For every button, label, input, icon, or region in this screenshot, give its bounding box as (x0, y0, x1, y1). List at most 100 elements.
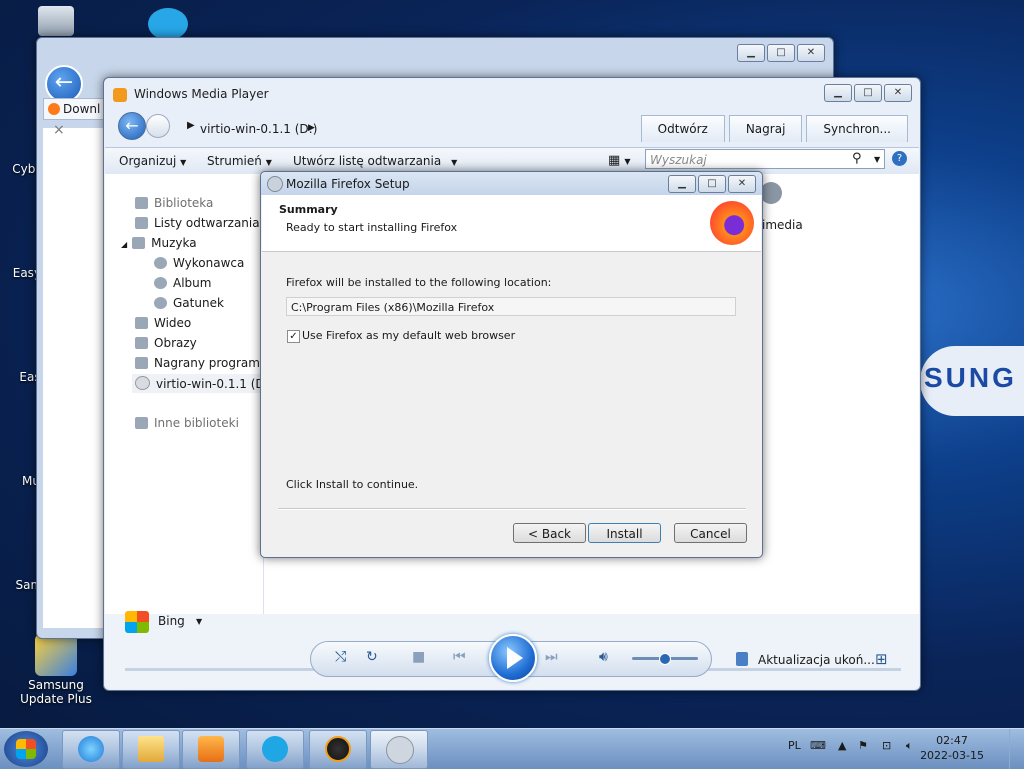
minimize-button[interactable]: ▁ (824, 84, 852, 102)
nav-item-artist[interactable]: Wykonawca (154, 256, 244, 270)
nav-label: Nagrany program te (154, 356, 276, 370)
maximize-button[interactable]: □ (767, 44, 795, 62)
back-button[interactable]: ← (118, 112, 146, 140)
taskbar-skype[interactable] (246, 730, 304, 769)
switch-to-now-playing-icon[interactable]: ⊞ (875, 650, 888, 668)
chevron-right-icon: ▶ (187, 120, 195, 131)
organize-menu[interactable]: Organizuj ▼ (119, 154, 186, 168)
stop-icon[interactable]: ■ (412, 649, 425, 665)
chevron-right-icon: ▶ (308, 123, 315, 133)
maximize-button[interactable]: □ (698, 175, 726, 193)
tab-burn[interactable]: Nagraj (728, 115, 803, 142)
bing-label[interactable]: Bing (158, 614, 185, 628)
next-icon[interactable]: ⏭ (545, 649, 558, 665)
help-icon[interactable]: ? (892, 151, 907, 166)
nav-item-playlists[interactable]: Listy odtwarzania (135, 216, 260, 230)
volume-muted-icon[interactable]: 🔈︎ (906, 739, 913, 753)
network-icon[interactable]: ⊡ (882, 739, 891, 752)
view-options-icon[interactable]: ▦ ▼ (608, 153, 631, 168)
stream-menu[interactable]: Strumień ▼ (207, 154, 272, 168)
samsung-brand-logo: SUNG (920, 346, 1024, 416)
show-desktop-button[interactable] (1009, 729, 1024, 769)
firefox-setup-dialog[interactable]: Mozilla Firefox Setup ▁ □ ✕ Summary Read… (260, 171, 763, 558)
nav-label: Album (173, 276, 212, 290)
close-button[interactable]: ✕ (884, 84, 912, 102)
clock[interactable]: 02:47 2022-03-15 (920, 733, 984, 763)
nav-item-library[interactable]: Biblioteka (135, 196, 213, 210)
expand-icon[interactable]: ◢ (121, 240, 127, 249)
location-label: Firefox will be installed to the followi… (286, 276, 552, 289)
skype-icon (262, 736, 288, 762)
nav-item-recorded-tv[interactable]: Nagrany program te (135, 356, 276, 370)
taskbar-setup[interactable] (370, 730, 428, 769)
nav-label: Obrazy (154, 336, 197, 350)
back-button[interactable]: < Back (513, 523, 586, 543)
genre-icon (154, 297, 167, 309)
skype-desktop-icon[interactable] (148, 8, 188, 40)
nav-item-genre[interactable]: Gatunek (154, 296, 224, 310)
search-icon[interactable]: ⚲ (852, 151, 862, 166)
taskbar-internet-explorer[interactable] (62, 730, 120, 769)
search-input[interactable]: Wyszukaj (645, 149, 885, 169)
language-indicator[interactable]: PL (788, 739, 801, 752)
browser-tab-label: Downl (63, 102, 101, 116)
playlist-icon (135, 217, 148, 229)
taskbar: PL ⌨ ▲ ⚑ ⊡ 🔈︎ 02:47 2022-03-15 (0, 728, 1024, 769)
nav-item-video[interactable]: Wideo (135, 316, 191, 330)
create-playlist-label: Utwórz listę odtwarzania (293, 154, 442, 168)
network-globe-icon (325, 736, 351, 762)
create-playlist-menu[interactable]: Utwórz listę odtwarzania ▼ (293, 154, 457, 168)
library-icon (135, 197, 148, 209)
play-button[interactable] (489, 634, 537, 682)
forward-button[interactable] (146, 114, 170, 138)
back-arrow-icon: ← (54, 70, 74, 95)
default-browser-label[interactable]: Use Firefox as my default web browser (302, 329, 515, 342)
organize-label: Organizuj (119, 154, 177, 168)
nav-item-pictures[interactable]: Obrazy (135, 336, 197, 350)
install-button[interactable]: Install (588, 523, 661, 543)
nav-item-disc[interactable]: virtio-win-0.1.1 (D:) (132, 374, 277, 393)
nav-item-other-libraries[interactable]: Inne biblioteki (135, 416, 239, 430)
minimize-button[interactable]: ▁ (668, 175, 696, 193)
keyboard-icon[interactable]: ⌨ (810, 739, 826, 752)
taskbar-media-player[interactable] (182, 730, 240, 769)
volume-knob[interactable] (659, 653, 671, 665)
chevron-down-icon[interactable]: ▼ (196, 617, 202, 626)
multimedia-item-label: imedia (762, 218, 803, 232)
dialog-title: Mozilla Firefox Setup (286, 177, 410, 191)
recycle-bin-icon[interactable] (38, 6, 74, 36)
breadcrumb[interactable]: virtio-win-0.1.1 (D:) (200, 122, 317, 136)
show-hidden-icons-icon[interactable]: ▲ (838, 739, 846, 752)
shuffle-icon[interactable]: ⤭ (335, 649, 346, 665)
artist-icon (154, 257, 167, 269)
close-button[interactable]: ✕ (728, 175, 756, 193)
install-location-field[interactable]: C:\Program Files (x86)\Mozilla Firefox (286, 297, 736, 316)
repeat-icon[interactable]: ↻ (366, 649, 378, 665)
tab-sync[interactable]: Synchron... (806, 115, 908, 142)
volume-slider[interactable] (632, 653, 698, 665)
tab-play[interactable]: Odtwórz (640, 115, 725, 142)
nav-item-music[interactable]: ◢ Muzyka (121, 236, 197, 250)
close-icon[interactable]: × (53, 122, 65, 138)
previous-icon[interactable]: ⏮ (453, 649, 466, 665)
samsung-update-icon (35, 634, 77, 676)
taskbar-file-explorer[interactable] (122, 730, 180, 769)
start-button[interactable] (4, 731, 48, 767)
volume-icon[interactable]: 🔊︎ (599, 649, 608, 665)
action-center-icon[interactable]: ⚑ (858, 739, 868, 752)
dialog-titlebar: Mozilla Firefox Setup ▁ □ ✕ (261, 172, 762, 195)
desktop-icon-samsung-update-plus[interactable]: Samsung Update Plus (6, 634, 106, 706)
default-browser-checkbox[interactable]: ✓ (287, 330, 300, 343)
close-button[interactable]: ✕ (797, 44, 825, 62)
maximize-button[interactable]: □ (854, 84, 882, 102)
music-icon (132, 237, 146, 249)
multimedia-item-icon[interactable] (760, 182, 782, 204)
cancel-button[interactable]: Cancel (674, 523, 747, 543)
chevron-down-icon[interactable]: ▼ (874, 155, 880, 164)
taskbar-network-app[interactable] (309, 730, 367, 769)
update-status-text[interactable]: Aktualizacja ukoń... (758, 653, 875, 667)
date: 2022-03-15 (920, 749, 984, 762)
nav-item-album[interactable]: Album (154, 276, 211, 290)
chevron-down-icon: ▼ (180, 158, 187, 167)
minimize-button[interactable]: ▁ (737, 44, 765, 62)
